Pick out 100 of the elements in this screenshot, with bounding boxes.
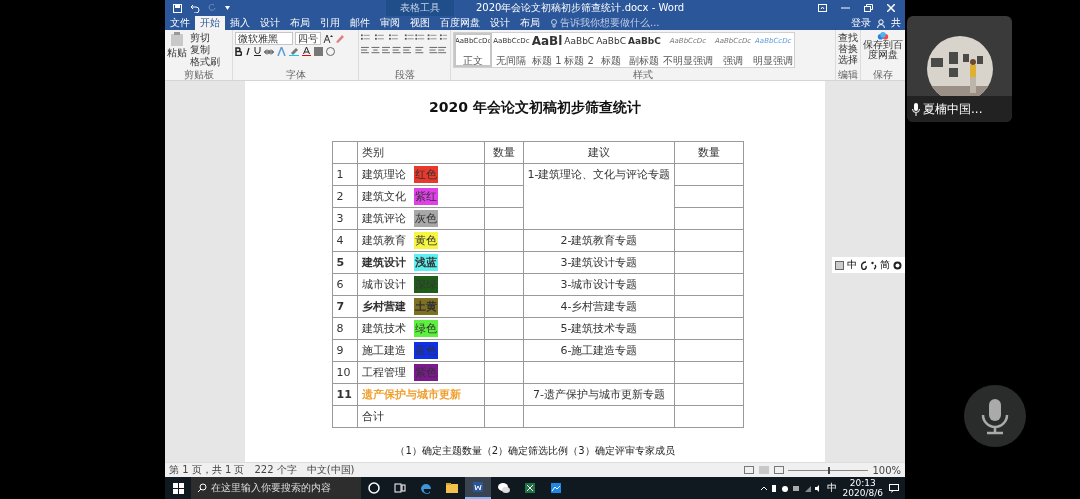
style-preset[interactable]: AaBbC 副标题 — [626, 33, 662, 67]
suggestion-text: 3-建筑设计专题 — [560, 256, 638, 269]
replace-button[interactable]: 替换 — [838, 43, 858, 54]
undo-icon[interactable] — [190, 3, 200, 13]
ribbon-tab[interactable]: 视图 — [405, 16, 435, 30]
format-painter-button[interactable]: 格式刷 — [190, 56, 220, 67]
font-size-field[interactable]: 四号 — [295, 32, 321, 45]
footnote-text: （1）确定主题数量（2）确定筛选比例（3）确定评审专家成员 — [395, 444, 675, 458]
row-number: 8 — [336, 322, 344, 335]
font-color-icon[interactable] — [302, 47, 311, 56]
row-number: 2 — [336, 190, 344, 203]
category-text: 乡村营建 — [361, 299, 406, 314]
table-header-cell: 建议 — [523, 141, 675, 164]
sign-in-link[interactable]: 登录 — [851, 16, 871, 30]
ribbon-tab[interactable]: 布局 — [285, 16, 315, 30]
grow-font-icon[interactable] — [323, 34, 333, 43]
close-icon[interactable] — [887, 4, 895, 12]
taskbar-app-icon[interactable] — [465, 477, 491, 499]
row-number: 3 — [336, 212, 344, 225]
color-tag: 土黄 — [413, 298, 438, 315]
category-text: 建筑评论 — [361, 211, 406, 226]
font-family-field[interactable]: 微软雅黑 — [235, 32, 293, 45]
ribbon-tab[interactable]: 布局 — [515, 16, 545, 30]
suggestion-text: 7-遗产保护与城市更新专题 — [533, 388, 665, 401]
cut-button[interactable]: 剪切 — [190, 32, 220, 43]
video-tile[interactable]: 夏楠中国... — [907, 16, 1012, 122]
zoom-slider-thumb[interactable] — [828, 466, 831, 474]
restore-icon[interactable] — [864, 4, 873, 12]
ribbon-tab[interactable]: 设计 — [485, 16, 515, 30]
zoom-level[interactable]: 100% — [872, 464, 901, 476]
alignment-icons-drawing[interactable] — [361, 46, 447, 55]
ribbon-display-icon[interactable] — [818, 4, 827, 12]
ribbon-tab[interactable]: 百度网盘 — [435, 16, 485, 30]
italic-icon[interactable] — [245, 47, 251, 56]
highlighter-icon[interactable] — [289, 47, 299, 56]
color-tag: 紫色 — [413, 364, 438, 381]
text-effects-icon[interactable] — [277, 47, 286, 56]
find-button[interactable]: 查找 — [838, 32, 858, 43]
save-to-cloud-button[interactable]: 保存到百度网盘 — [863, 40, 903, 60]
group-label: 编辑 — [838, 69, 858, 80]
tray-icons-drawing[interactable] — [760, 483, 821, 493]
underline-icon[interactable] — [254, 47, 261, 56]
ime-indicator[interactable]: 中 — [826, 481, 837, 495]
row-number: 1 — [336, 168, 344, 181]
select-button[interactable]: 选择 — [838, 54, 858, 65]
row-number: 9 — [336, 344, 344, 357]
taskbar-search-field[interactable]: 在这里输入你要搜索的内容 — [191, 477, 361, 499]
tell-me-field[interactable]: 告诉我你想要做什么... — [560, 16, 660, 30]
bold-icon[interactable] — [235, 47, 242, 56]
ime-mode-toggle[interactable]: 中 — [847, 258, 857, 272]
paste-button[interactable]: 粘贴 — [167, 47, 187, 58]
view-mode-icons-drawing[interactable] — [744, 466, 785, 474]
ribbon-tab[interactable]: 审阅 — [375, 16, 405, 30]
ribbon-tab[interactable]: 插入 — [225, 16, 255, 30]
notification-icon[interactable] — [889, 483, 899, 493]
windows-start-icon[interactable] — [172, 482, 184, 494]
color-tag: 红色 — [413, 166, 438, 183]
charset-toggle[interactable]: 简 — [880, 258, 890, 272]
group-label: 保存 — [873, 69, 893, 80]
ribbon-tab[interactable]: 文件 — [165, 16, 195, 30]
microphone-button[interactable] — [963, 384, 1027, 448]
ribbon-tab[interactable]: 邮件 — [345, 16, 375, 30]
context-tab-label: 表格工具 — [386, 0, 454, 16]
ribbon-tab[interactable]: 开始 — [195, 16, 225, 30]
category-text: 遗产保护与城市更新 — [361, 388, 461, 401]
color-tag: 紫红 — [413, 188, 438, 205]
cloud-icon[interactable] — [876, 32, 890, 40]
language-indicator[interactable]: 中文(中国) — [306, 463, 355, 477]
punctuation-icon[interactable] — [871, 260, 877, 270]
category-text: 合计 — [361, 410, 384, 423]
taskbar-clock[interactable]: 20:13 2020/8/6 — [842, 478, 883, 498]
style-preset[interactable]: AaBl 标题 1 — [530, 33, 564, 67]
minimize-icon[interactable] — [841, 4, 850, 12]
suggestion-text: 3-城市设计专题 — [560, 278, 638, 291]
color-tag: 黄色 — [413, 232, 438, 249]
style-preset[interactable]: AaBbC 标题 2 — [563, 33, 596, 67]
copy-button[interactable]: 复制 — [190, 44, 220, 55]
table-header-cell: 类别 — [357, 141, 484, 164]
person-icon[interactable] — [877, 18, 885, 28]
ribbon-tab[interactable]: 设计 — [255, 16, 285, 30]
square-icon[interactable] — [835, 260, 844, 270]
microphone-icon — [912, 102, 920, 116]
category-text: 建筑教育 — [361, 233, 406, 248]
style-preset[interactable]: AaBbC 标题 — [595, 33, 627, 67]
category-text: 工程管理 — [361, 365, 406, 380]
enclose-icon[interactable] — [326, 47, 335, 56]
category-text: 建筑技术 — [361, 321, 406, 336]
suggestion-text: 2-建筑教育专题 — [560, 234, 638, 247]
ring-icon[interactable] — [893, 260, 902, 270]
category-text: 建筑设计 — [361, 255, 406, 270]
share-button[interactable]: 共 — [891, 16, 901, 30]
group-label: 字体 — [284, 69, 307, 80]
category-text: 城市设计 — [361, 277, 406, 292]
ribbon-tab[interactable]: 引用 — [315, 16, 345, 30]
list-icons-drawing[interactable] — [361, 33, 447, 42]
save-icon[interactable] — [173, 3, 182, 13]
customize-icon[interactable] — [225, 6, 230, 10]
color-tag: 蓝色 — [413, 342, 438, 359]
color-tag: 绿色 — [413, 320, 438, 337]
clipboard-icon[interactable] — [170, 32, 184, 46]
